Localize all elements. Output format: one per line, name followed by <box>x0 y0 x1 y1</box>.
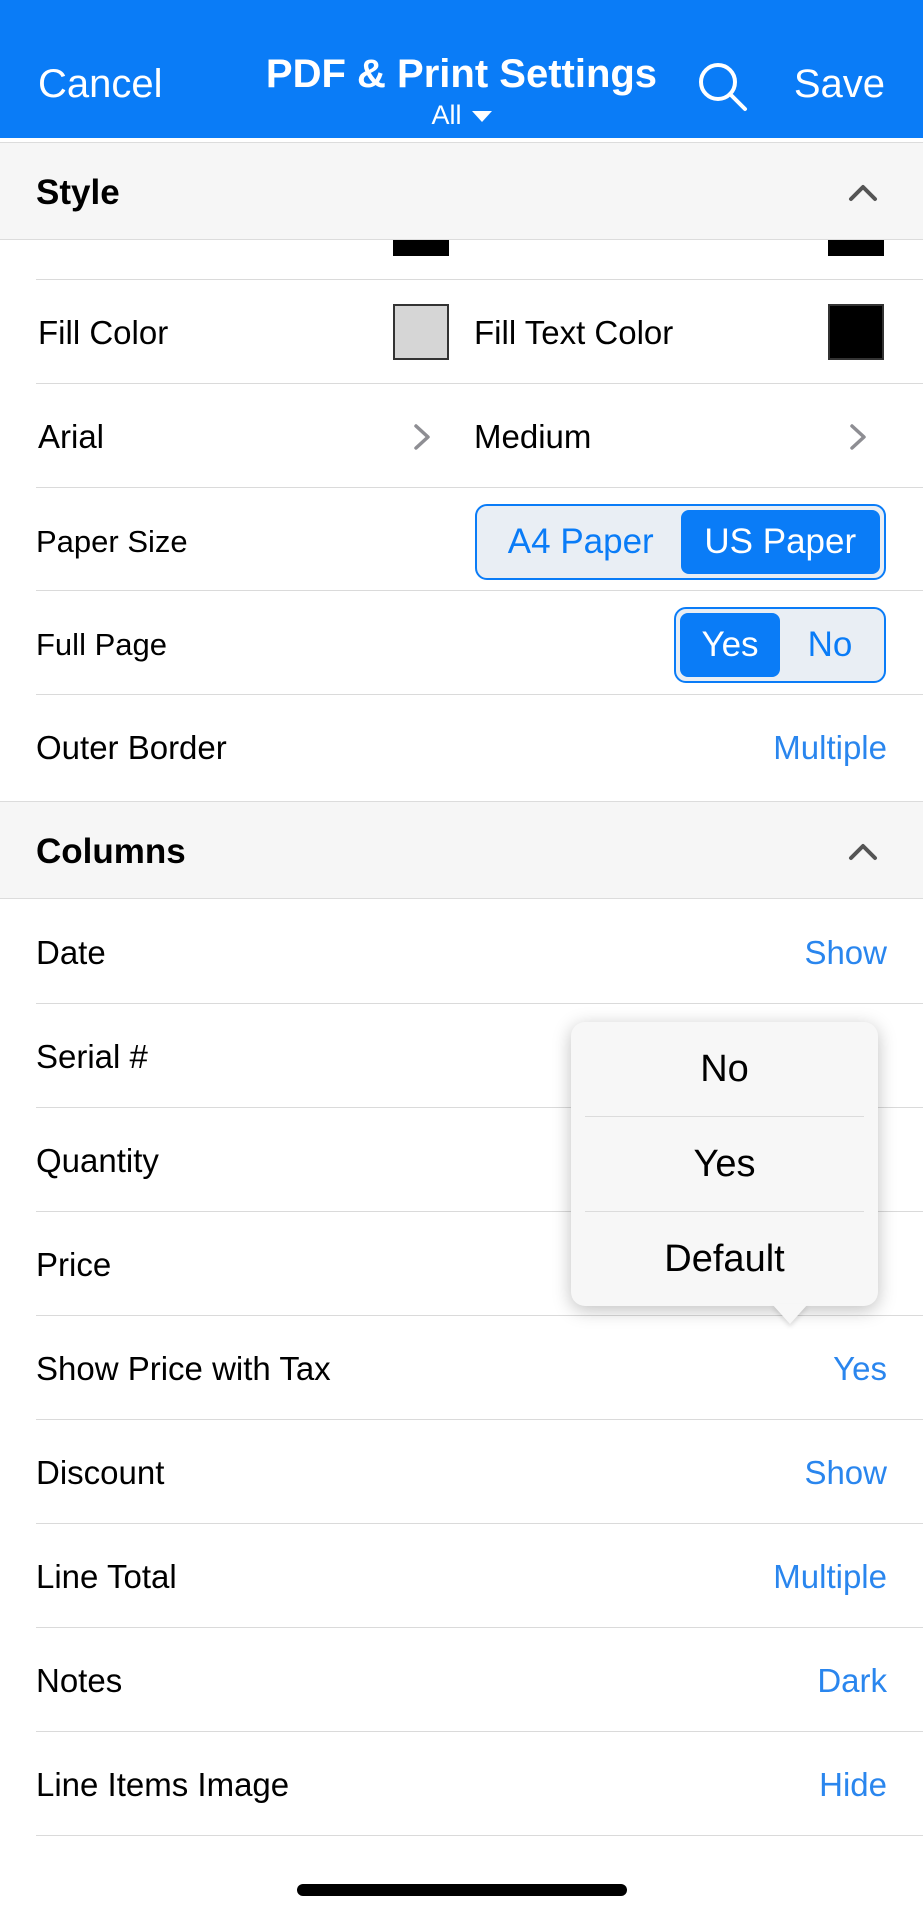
column-row-value[interactable]: Yes <box>833 1350 887 1388</box>
paper-option-us[interactable]: US Paper <box>680 510 880 574</box>
caret-down-icon <box>471 111 492 123</box>
popover-option-yes[interactable]: Yes <box>571 1117 878 1211</box>
fill-color-label: Fill Color <box>38 314 169 351</box>
outer-border-value[interactable]: Multiple <box>773 729 887 767</box>
column-row-label: Line Items Image <box>36 1766 290 1803</box>
section-title: Columns <box>36 832 186 871</box>
fill-color-row: Fill Color Fill Text Color <box>36 280 923 384</box>
column-row-label: Quantity <box>36 1142 159 1179</box>
column-row-value[interactable]: Show <box>804 1454 887 1492</box>
column-row-value[interactable]: Multiple <box>773 1558 887 1596</box>
paper-size-label: Paper Size <box>36 524 188 559</box>
font-name[interactable]: Arial <box>38 418 104 456</box>
column-row-label: Notes <box>36 1662 123 1699</box>
home-indicator[interactable] <box>297 1884 627 1896</box>
page-title: PDF & Print Settings <box>265 52 658 96</box>
column-row-label: Line Total <box>36 1558 177 1595</box>
full-page-option-yes[interactable]: Yes <box>680 613 780 677</box>
filter-dropdown-label: All <box>431 100 462 130</box>
chevron-up-icon <box>849 844 877 860</box>
outer-border-label: Outer Border <box>36 729 227 766</box>
paper-size-segmented-control: A4 Paper US Paper <box>475 504 886 580</box>
save-button[interactable]: Save <box>794 62 885 107</box>
chevron-right-icon[interactable] <box>846 422 870 452</box>
popover-arrow <box>772 1304 808 1324</box>
outer-border-row[interactable]: Outer Border Multiple <box>36 695 923 801</box>
full-page-segmented-control: Yes No <box>674 607 886 683</box>
column-row-value[interactable]: Show <box>804 934 887 972</box>
column-row-label: Date <box>36 934 106 971</box>
color-swatch-partial <box>828 240 884 256</box>
column-row-line-total[interactable]: Line Total Multiple <box>36 1524 923 1628</box>
filter-dropdown[interactable]: All <box>0 100 923 131</box>
fill-text-color-label: Fill Text Color <box>474 314 674 351</box>
color-swatch-partial <box>393 240 449 256</box>
chevron-right-icon[interactable] <box>410 422 434 452</box>
search-icon[interactable] <box>696 60 748 112</box>
paper-option-a4[interactable]: A4 Paper <box>481 510 681 574</box>
columns-section-header[interactable]: Columns <box>0 801 923 899</box>
column-row-date[interactable]: Date Show <box>36 900 923 1004</box>
column-row-label: Discount <box>36 1454 165 1491</box>
column-row-price-with-tax[interactable]: Show Price with Tax Yes <box>36 1316 923 1420</box>
full-page-label: Full Page <box>36 627 167 662</box>
popover-option-default[interactable]: Default <box>571 1212 878 1306</box>
column-row-line-items-image[interactable]: Line Items Image Hide <box>36 1732 923 1836</box>
column-row-value[interactable]: Hide <box>819 1766 887 1804</box>
paper-size-row: Paper Size A4 Paper US Paper <box>36 488 923 591</box>
style-section-header[interactable]: Style <box>0 142 923 240</box>
column-row-discount[interactable]: Discount Show <box>36 1420 923 1524</box>
nav-bar: Cancel PDF & Print Settings All Save <box>0 0 923 138</box>
column-row-notes[interactable]: Notes Dark <box>36 1628 923 1732</box>
column-row-value[interactable]: Dark <box>817 1662 887 1700</box>
option-popover: No Yes Default <box>571 1022 878 1306</box>
chevron-up-icon <box>849 185 877 201</box>
fill-text-color-swatch[interactable] <box>828 304 884 360</box>
section-title: Style <box>36 173 120 212</box>
fill-color-swatch[interactable] <box>393 304 449 360</box>
column-row-label: Show Price with Tax <box>36 1350 331 1387</box>
column-row-label: Price <box>36 1246 112 1283</box>
font-size[interactable]: Medium <box>474 418 591 456</box>
popover-option-no[interactable]: No <box>571 1022 878 1116</box>
font-row: Arial Medium <box>36 384 923 488</box>
column-row-label: Serial # <box>36 1038 148 1075</box>
full-page-option-no[interactable]: No <box>780 613 880 677</box>
full-page-row: Full Page Yes No <box>36 591 923 695</box>
style-row-partial <box>36 240 923 280</box>
